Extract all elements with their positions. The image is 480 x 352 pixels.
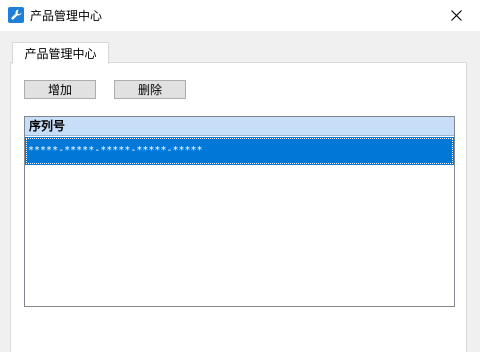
app-window: 产品管理中心 产品管理中心 增加 删除 序列号 *****-*****-****… xyxy=(0,0,480,352)
window-title: 产品管理中心 xyxy=(30,9,103,23)
tab-product-management[interactable]: 产品管理中心 xyxy=(12,42,109,64)
close-button[interactable] xyxy=(434,0,480,31)
title-bar[interactable]: 产品管理中心 xyxy=(0,0,480,31)
column-header-label: 序列号 xyxy=(29,119,66,133)
close-icon xyxy=(451,10,462,21)
tab-panel: 增加 删除 序列号 *****-*****-*****-*****-***** xyxy=(10,62,467,352)
delete-button[interactable]: 删除 xyxy=(114,80,186,99)
serial-value: *****-*****-*****-*****-***** xyxy=(28,145,203,156)
wrench-icon xyxy=(8,7,24,23)
serial-list[interactable]: 序列号 *****-*****-*****-*****-***** xyxy=(24,116,455,307)
column-header-serial[interactable]: 序列号 xyxy=(25,117,454,136)
list-item[interactable]: *****-*****-*****-*****-***** xyxy=(25,137,454,165)
add-button[interactable]: 增加 xyxy=(24,80,96,99)
tab-label: 产品管理中心 xyxy=(24,47,97,61)
client-area: 产品管理中心 增加 删除 序列号 *****-*****-*****-*****… xyxy=(0,31,480,352)
